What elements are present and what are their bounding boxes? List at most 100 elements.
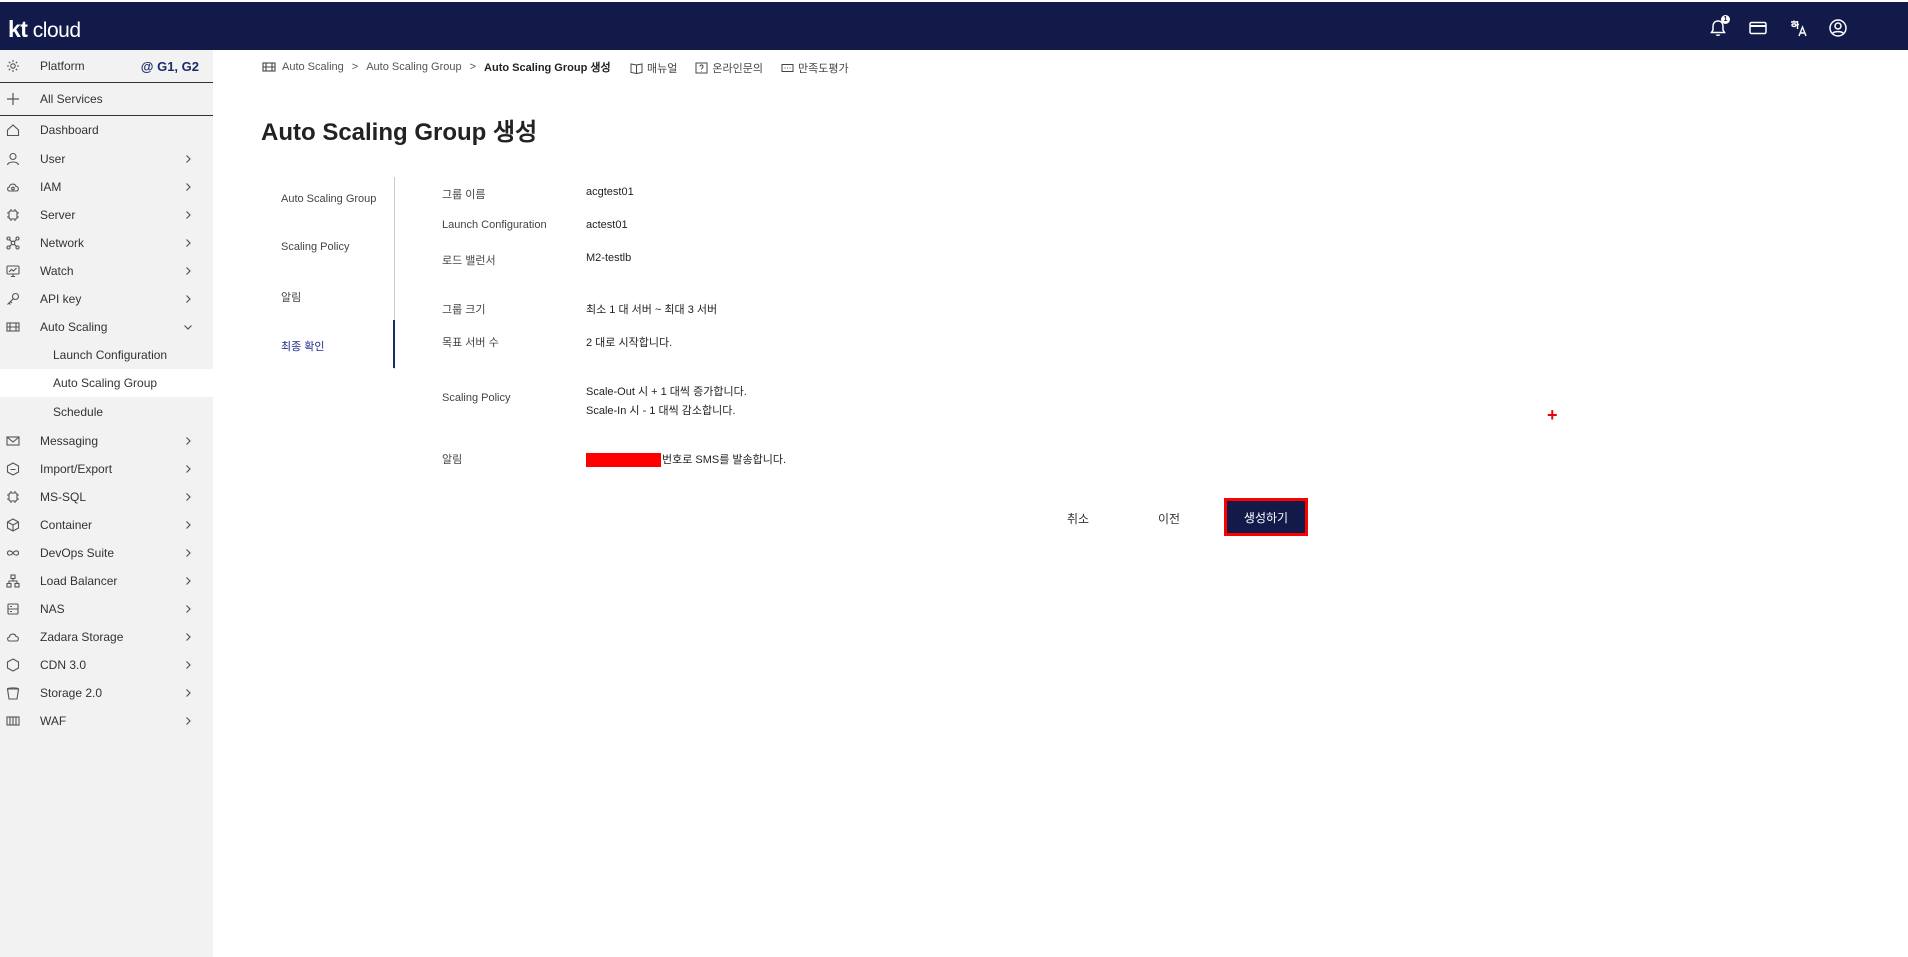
- sidebar-divider: [0, 82, 213, 83]
- sidebar-item-label: NAS: [40, 602, 65, 616]
- network-icon: [6, 236, 20, 250]
- sidebar-item-network[interactable]: Network: [0, 229, 213, 257]
- step-alarm[interactable]: 알림: [281, 289, 301, 305]
- mail-icon: [6, 434, 20, 448]
- inquiry-link-label: 온라인문의: [712, 63, 763, 75]
- sidebar-item-storage-2[interactable]: Storage 2.0: [0, 679, 213, 707]
- wizard-steps: Auto Scaling Group Scaling Policy 알림 최종 …: [262, 177, 395, 369]
- cdn-icon: [6, 658, 20, 672]
- scale-out-value: Scale-Out 시 + 1 대씩 증가합니다.: [586, 386, 747, 398]
- language-icon[interactable]: [1788, 18, 1808, 38]
- import-export-icon: [6, 462, 20, 476]
- manual-link[interactable]: 매뉴얼: [630, 60, 677, 76]
- chevron-right-icon: [183, 631, 193, 641]
- sidebar-item-label: Launch Configuration: [53, 348, 168, 362]
- sidebar-item-load-balancer[interactable]: Load Balancer: [0, 567, 213, 595]
- sidebar-item-cdn[interactable]: CDN 3.0: [0, 651, 213, 679]
- group-name-label: 그룹 이름: [442, 189, 486, 201]
- group-name-value: acgtest01: [586, 186, 634, 198]
- active-step-indicator: [393, 320, 395, 368]
- card-icon[interactable]: [1748, 18, 1768, 38]
- sidebar-sub-schedule[interactable]: Schedule: [0, 398, 213, 426]
- kt-cloud-logo[interactable]: kt cloud: [8, 16, 81, 43]
- page-title: Auto Scaling Group 생성: [261, 119, 538, 146]
- breadcrumb-separator: >: [469, 61, 477, 73]
- sidebar-item-waf[interactable]: WAF: [0, 707, 213, 735]
- sidebar-item-label: Schedule: [53, 405, 104, 419]
- user-icon[interactable]: [1828, 18, 1848, 38]
- step-scaling-policy[interactable]: Scaling Policy: [281, 241, 349, 253]
- sidebar-item-label: Container: [40, 518, 93, 532]
- waf-icon: [6, 714, 20, 728]
- sidebar-item-label: MS-SQL: [40, 490, 87, 504]
- rating-icon: [781, 64, 794, 72]
- server-icon: [6, 208, 20, 222]
- gear-icon: [6, 59, 20, 73]
- home-icon: [6, 123, 20, 137]
- infinity-icon: [6, 546, 20, 560]
- redacted-phone-number: [586, 453, 661, 468]
- step-final-confirm[interactable]: 최종 확인: [281, 338, 325, 354]
- sidebar-item-label: Auto Scaling: [40, 320, 108, 334]
- sidebar-item-import-export[interactable]: Import/Export: [0, 455, 213, 483]
- sidebar-item-label: Load Balancer: [40, 574, 118, 588]
- bell-icon[interactable]: 1: [1708, 15, 1730, 38]
- step-auto-scaling-group[interactable]: Auto Scaling Group: [281, 193, 376, 205]
- load-balancer-value: M2-testlb: [586, 252, 632, 264]
- chevron-right-icon: [183, 153, 193, 163]
- chevron-down-icon: [183, 321, 193, 331]
- breadcrumb-separator: >: [351, 61, 359, 73]
- sidebar-item-watch[interactable]: Watch: [0, 257, 213, 285]
- sidebar-item-label: IAM: [40, 180, 62, 194]
- sidebar-item-ms-sql[interactable]: MS-SQL: [0, 483, 213, 511]
- sidebar-item-nas[interactable]: NAS: [0, 595, 213, 623]
- key-icon: [6, 292, 20, 306]
- sidebar-item-label: Dashboard: [40, 123, 99, 137]
- help-links: 매뉴얼 온라인문의 만족도평가: [630, 60, 849, 76]
- create-button[interactable]: 생성하기: [1227, 501, 1305, 533]
- scaling-policy-label: Scaling Policy: [442, 392, 511, 404]
- survey-link[interactable]: 만족도평가: [781, 60, 849, 76]
- sidebar-item-devops-suite[interactable]: DevOps Suite: [0, 539, 213, 567]
- launch-config-value: actest01: [586, 219, 628, 231]
- sidebar-item-user[interactable]: User: [0, 145, 213, 173]
- sidebar-item-container[interactable]: Container: [0, 511, 213, 539]
- cancel-button[interactable]: 취소: [1067, 510, 1089, 527]
- chevron-right-icon: [183, 181, 193, 191]
- sidebar-item-iam[interactable]: IAM: [0, 173, 213, 201]
- sidebar-item-zadara-storage[interactable]: Zadara Storage: [0, 623, 213, 651]
- scale-in-value: Scale-In 시 - 1 대씩 감소합니다.: [586, 405, 736, 417]
- sidebar-item-dashboard[interactable]: Dashboard: [0, 116, 213, 144]
- chevron-right-icon: [183, 687, 193, 697]
- sidebar-item-messaging[interactable]: Messaging: [0, 427, 213, 455]
- sidebar-sub-auto-scaling-group[interactable]: Auto Scaling Group: [0, 369, 213, 397]
- sidebar-item-label: Messaging: [40, 434, 99, 448]
- prev-button[interactable]: 이전: [1158, 510, 1180, 527]
- breadcrumb-auto-scaling-group[interactable]: Auto Scaling Group: [366, 61, 461, 73]
- sidebar-platform[interactable]: Platform @ G1, G2: [0, 52, 213, 80]
- bucket-icon: [6, 686, 20, 700]
- sidebar-item-label: Server: [40, 208, 76, 222]
- breadcrumb-auto-scaling[interactable]: Auto Scaling: [282, 61, 344, 73]
- sidebar-item-server[interactable]: Server: [0, 201, 213, 229]
- chevron-right-icon: [183, 463, 193, 473]
- target-servers-value: 2 대로 시작합니다.: [586, 337, 673, 349]
- alarm-value: 번호로 SMS를 발송합니다.: [586, 451, 786, 468]
- sidebar-item-api-key[interactable]: API key: [0, 285, 213, 313]
- breadcrumb-current: Auto Scaling Group 생성: [484, 62, 611, 74]
- launch-config-label: Launch Configuration: [442, 219, 547, 231]
- chevron-right-icon: [183, 547, 193, 557]
- sidebar-item-auto-scaling[interactable]: Auto Scaling: [0, 313, 213, 341]
- sidebar-item-label: User: [40, 152, 66, 166]
- red-plus-marker: +: [1547, 405, 1558, 425]
- sidebar-item-label: Watch: [40, 264, 74, 278]
- sidebar-sub-launch-configuration[interactable]: Launch Configuration: [0, 341, 213, 369]
- sidebar-item-label: API key: [40, 292, 82, 306]
- sidebar-all-services[interactable]: All Services: [0, 85, 213, 113]
- notification-count-badge: 1: [1721, 15, 1730, 24]
- sidebar-item-label: Import/Export: [40, 462, 113, 476]
- inquiry-link[interactable]: 온라인문의: [695, 60, 763, 76]
- group-size-value: 최소 1 대 서버 ~ 최대 3 서버: [586, 304, 718, 316]
- sidebar-item-label: Zadara Storage: [40, 630, 124, 644]
- chevron-right-icon: [183, 293, 193, 303]
